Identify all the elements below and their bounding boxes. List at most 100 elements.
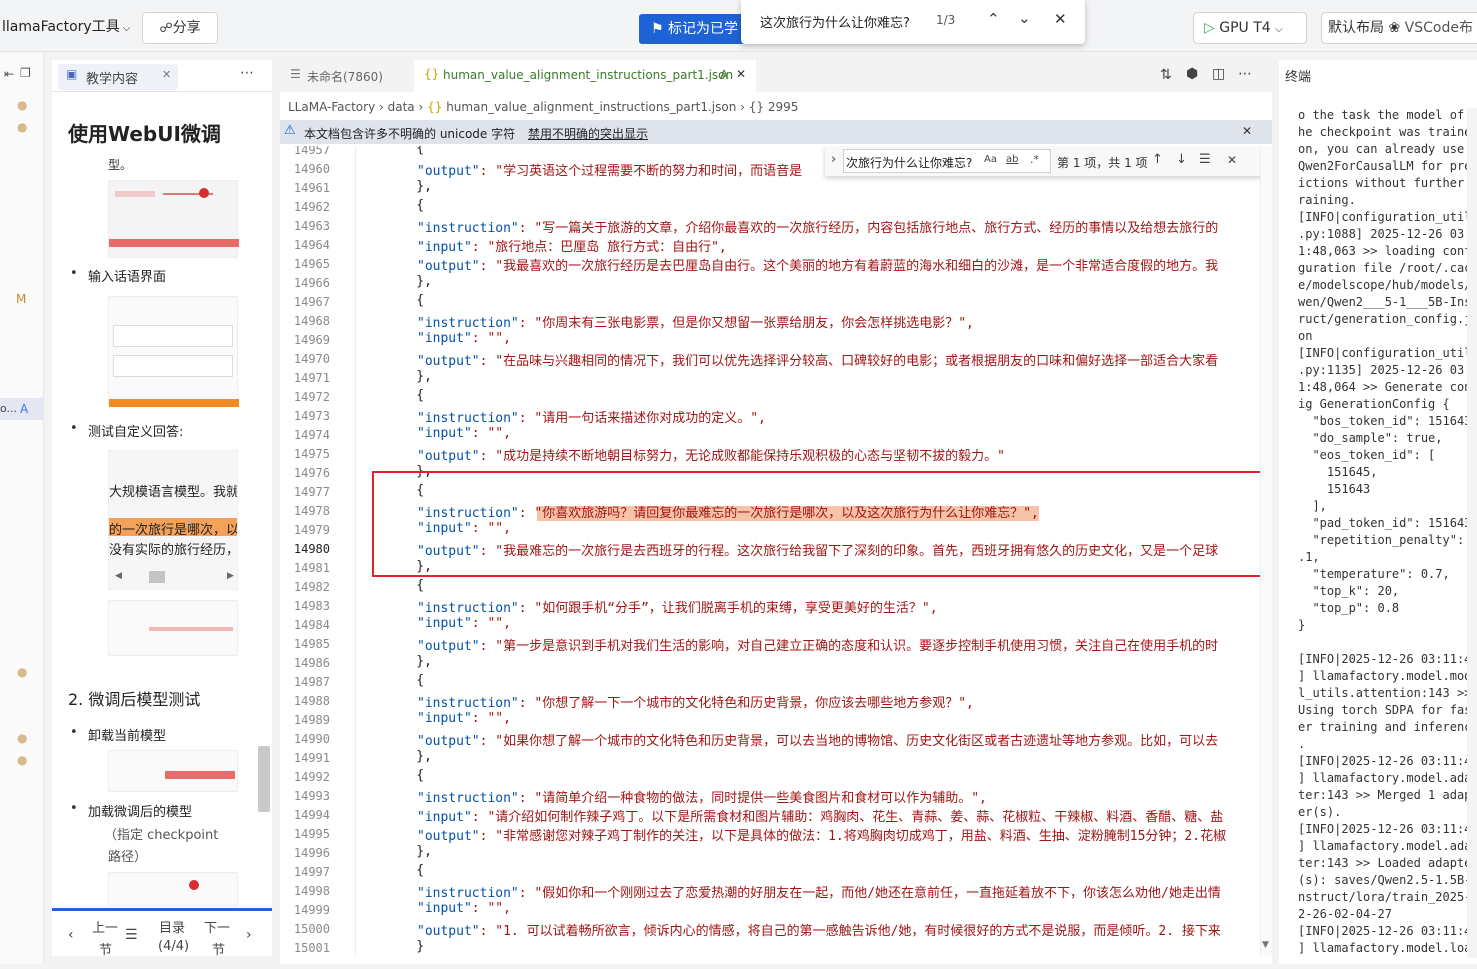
terminal-line: [INFO|2025-12-26 03:11:48: [1298, 822, 1477, 836]
match-case-icon[interactable]: Aa: [984, 154, 997, 165]
code-line[interactable]: 14970 "output": "在品味与兴趣相同的情况下，我们可以优先选择评分较…: [280, 349, 1260, 369]
code-line[interactable]: 14994 "input": "请介绍如何制作辣子鸡丁。以下是所需食材和图片辅助：…: [280, 805, 1260, 825]
find-input[interactable]: 次旅行为什么让你难忘? Aa ab .*: [843, 149, 1051, 173]
top-find-query[interactable]: 这次旅行为什么让你难忘?: [760, 12, 910, 31]
terminal-scrollbar[interactable]: [1467, 108, 1477, 958]
code-line[interactable]: 14989 "input": "",: [280, 710, 1260, 729]
select-all-icon[interactable]: ☰: [1199, 152, 1211, 167]
terminal-output[interactable]: o the task the model of t he checkpoint w…: [1279, 108, 1477, 958]
status-dot-icon: ●: [17, 120, 28, 134]
code-line[interactable]: 14991 },: [280, 748, 1260, 767]
mark-done-button[interactable]: ⚑ 标记为已学: [639, 14, 749, 44]
breadcrumb-item[interactable]: {} 2995: [749, 100, 799, 114]
code-line[interactable]: 15001 }: [280, 938, 1260, 956]
code-line[interactable]: 14988 "instruction": "你想了解一下一个城市的文化特色和历史背…: [280, 691, 1260, 711]
chevron-left-icon[interactable]: ‹: [68, 927, 74, 943]
code-line[interactable]: 14995 "output": "非常感谢您对辣子鸡丁制作的关注，以下是具体的做法…: [280, 824, 1260, 844]
code-line[interactable]: 14999 "input": "",: [280, 900, 1260, 919]
next-section-button[interactable]: 下一: [204, 917, 230, 936]
terminal-line: ] llamafactory.model.load: [1298, 941, 1477, 955]
doc-scrollbar[interactable]: [258, 746, 270, 812]
line-number: 15000: [293, 922, 330, 936]
code-line[interactable]: 14968 "instruction": "你周末有三张电影票，但是你又想留一张票…: [280, 311, 1260, 331]
code-line[interactable]: 14967 {: [280, 292, 1260, 311]
code-line[interactable]: 14992 {: [280, 767, 1260, 786]
code-line[interactable]: 14983 "instruction": "如何跟手机“分手”，让我们脱离手机的束…: [280, 596, 1260, 616]
code-line[interactable]: 14973 "instruction": "请用一句话来描述你对成功的定义。",: [280, 406, 1260, 426]
window-icon[interactable]: ❐: [20, 66, 31, 80]
terminal-line: nstruct/lora/train_2025-1: [1298, 890, 1477, 904]
breadcrumb-item[interactable]: LLaMA-Factory: [288, 100, 375, 114]
share-button[interactable]: ☍分享: [142, 12, 218, 44]
breadcrumb-item[interactable]: data: [388, 100, 415, 114]
code-line[interactable]: 14993 "instruction": "请简单介绍一种食物的做法，同时提供一些…: [280, 786, 1260, 806]
layout-selector[interactable]: 默认布局 ❀ VSCode布: [1321, 12, 1477, 44]
code-line[interactable]: 14990 "output": "如果你想了解一个城市的文化特色和历史背景，可以去…: [280, 729, 1260, 749]
compare-icon[interactable]: ⇅: [1160, 67, 1172, 83]
terminal-line: [INFO|2025-12-26 03:11:48: [1298, 754, 1477, 768]
down-arrow-icon[interactable]: ↓: [1176, 152, 1187, 167]
toc-button[interactable]: 目录: [159, 917, 185, 936]
list-icon[interactable]: ☰: [125, 927, 138, 943]
code-line[interactable]: 14984 "input": "",: [280, 615, 1260, 634]
up-arrow-icon[interactable]: ↑: [1152, 152, 1163, 167]
code-line[interactable]: 14961 },: [280, 178, 1260, 197]
code-line[interactable]: 14987 {: [280, 672, 1260, 691]
code-line[interactable]: 14997 {: [280, 862, 1260, 881]
whole-word-icon[interactable]: ab: [1006, 154, 1018, 165]
doc-bullet: 卸载当前模型: [70, 725, 166, 744]
tab-json-file[interactable]: {} human_value_alignment_instructions_pa…: [414, 60, 756, 92]
code-line[interactable]: 14986 },: [280, 653, 1260, 672]
vertical-scrollbar[interactable]: [1260, 146, 1272, 956]
tab-unnamed[interactable]: ☰ 未命名(7860): [280, 60, 412, 92]
close-icon[interactable]: ✕: [1054, 10, 1067, 28]
chevron-right-icon[interactable]: ›: [246, 927, 252, 943]
code-line[interactable]: 14974 "input": "",: [280, 425, 1260, 444]
more-icon[interactable]: ⋯: [1238, 66, 1252, 82]
scroll-thumb[interactable]: [149, 571, 165, 583]
close-icon[interactable]: ✕: [1242, 124, 1252, 138]
code-line[interactable]: 14965 "output": "我最喜欢的一次旅行经历是去巴厘岛自由行。这个美丽…: [280, 254, 1260, 274]
scroll-left-icon[interactable]: ◀: [115, 571, 122, 581]
code-line[interactable]: 14996 },: [280, 843, 1260, 862]
disable-highlight-link[interactable]: 禁用不明确的突出显示: [528, 125, 648, 142]
close-icon[interactable]: ✕: [736, 67, 746, 81]
code-line[interactable]: 14962 {: [280, 197, 1260, 216]
play-icon: ▷: [1204, 20, 1215, 36]
collapse-icon[interactable]: ⇤: [4, 67, 14, 81]
breadcrumb-item[interactable]: human_value_alignment_instructions_part1…: [446, 100, 736, 114]
chevron-right-icon[interactable]: ›: [831, 152, 836, 167]
close-icon[interactable]: ✕: [162, 68, 171, 81]
terminal-line: 1:48,064 >> Generate conf: [1298, 380, 1477, 394]
close-icon[interactable]: ✕: [1227, 153, 1237, 167]
code-line[interactable]: 15000 "output": "1. 可以试着畅所欲言，倾诉内心的情感，将自己的…: [280, 919, 1260, 939]
more-icon[interactable]: ⋯: [240, 65, 254, 81]
gpu-selector[interactable]: ▷ GPU T4 ⌵: [1193, 12, 1307, 44]
regex-icon[interactable]: .*: [1030, 153, 1039, 166]
code-line[interactable]: 14971 },: [280, 368, 1260, 387]
code-line[interactable]: 14998 "instruction": "假如你和一个刚刚过去了恋爱热潮的好朋友…: [280, 881, 1260, 901]
code-line[interactable]: 14964 "input": "旅行地点：巴厘岛 旅行方式：自由行",: [280, 235, 1260, 255]
code-line[interactable]: 14985 "output": "第一步是意识到手机对我们生活的影响，对自己建立正…: [280, 634, 1260, 654]
settings-icon[interactable]: ⬢: [1186, 66, 1198, 82]
modified-badge: M: [16, 292, 27, 306]
down-arrow-icon[interactable]: ⌄: [1018, 9, 1031, 27]
code-text: "output": "在品味与兴趣相同的情况下，我们可以优先选择评分较高、口碑较…: [417, 350, 1218, 369]
scroll-right-icon[interactable]: ▶: [227, 571, 234, 581]
project-dropdown[interactable]: llamaFactory工具 ⌵: [0, 14, 130, 40]
code-line[interactable]: 14975 "output": "成功是持续不断地朝目标努力，无论成败都能保持乐观…: [280, 444, 1260, 464]
code-line[interactable]: 14966 },: [280, 273, 1260, 292]
code-line[interactable]: 14963 "instruction": "写一篇关于旅游的文章，介绍你最喜欢的一…: [280, 216, 1260, 236]
split-editor-icon[interactable]: ◫: [1212, 66, 1225, 82]
up-arrow-icon[interactable]: ⌃: [987, 10, 1000, 28]
scroll-down-icon[interactable]: ▼: [1262, 940, 1269, 950]
code-text: },: [385, 369, 432, 384]
terminal-line: l_utils.attention:143 >>: [1298, 686, 1472, 700]
code-line[interactable]: 14969 "input": "",: [280, 330, 1260, 349]
json-key: "instruction": [417, 411, 519, 426]
code-line[interactable]: 14982 {: [280, 577, 1260, 596]
prev-section-button[interactable]: 上一: [92, 917, 118, 936]
doc-tab[interactable]: ▣ 教学内容 ✕: [58, 64, 178, 90]
line-number: 14982: [293, 580, 330, 594]
code-line[interactable]: 14972 {: [280, 387, 1260, 406]
